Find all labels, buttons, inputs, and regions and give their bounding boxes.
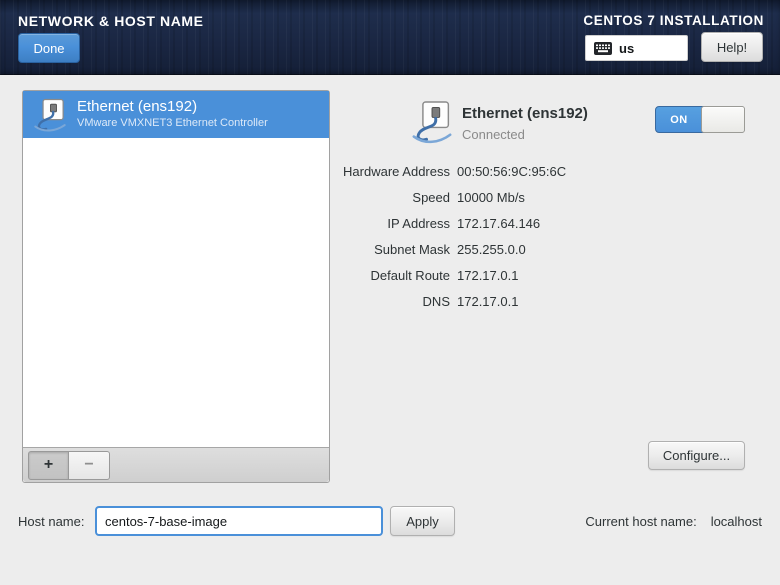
- installer-header: NETWORK & HOST NAME Done CENTOS 7 INSTAL…: [0, 0, 780, 75]
- field-value: 172.17.0.1: [457, 267, 519, 283]
- apply-button[interactable]: Apply: [390, 506, 455, 536]
- field-ip-address: IP Address 172.17.64.146: [250, 213, 580, 233]
- device-connection-status: Connected: [462, 127, 525, 142]
- keyboard-layout-label: us: [619, 40, 635, 56]
- help-button[interactable]: Help!: [701, 32, 763, 62]
- add-device-button[interactable]: +: [28, 450, 69, 480]
- field-value: 00:50:56:9C:95:6C: [457, 163, 567, 179]
- device-detail-header: Ethernet (ens192) Connected: [412, 100, 588, 144]
- field-speed: Speed 10000 Mb/s: [250, 187, 580, 207]
- current-hostname-label: Current host name:: [585, 514, 697, 529]
- field-subnet-mask: Subnet Mask 255.255.0.0: [250, 239, 580, 259]
- field-label: IP Address: [387, 215, 450, 231]
- field-dns: DNS 172.17.0.1: [250, 291, 580, 311]
- current-hostname-value: localhost: [710, 514, 762, 529]
- field-label: DNS: [422, 293, 450, 309]
- toggle-handle[interactable]: [701, 106, 745, 133]
- hostname-input[interactable]: [95, 506, 383, 536]
- remove-device-button[interactable]: −: [69, 450, 110, 480]
- device-on-off-toggle[interactable]: ON: [655, 106, 745, 133]
- ethernet-icon-large: [412, 100, 452, 144]
- field-label: Speed: [412, 189, 450, 205]
- field-default-route: Default Route 172.17.0.1: [250, 265, 580, 285]
- configure-button[interactable]: Configure...: [648, 441, 745, 470]
- network-hostname-screen: NETWORK & HOST NAME Done CENTOS 7 INSTAL…: [0, 0, 780, 585]
- toggle-on-label: ON: [670, 113, 688, 126]
- field-label: Hardware Address: [343, 163, 450, 179]
- done-button[interactable]: Done: [18, 33, 80, 63]
- current-hostname: Current host name: localhost: [585, 514, 762, 529]
- field-value: 255.255.0.0: [457, 241, 526, 257]
- ethernet-icon: [33, 98, 67, 132]
- field-value: 10000 Mb/s: [457, 189, 525, 205]
- connection-details: Hardware Address 00:50:56:9C:95:6C Speed…: [250, 161, 580, 317]
- field-label: Default Route: [370, 267, 451, 283]
- field-hardware-address: Hardware Address 00:50:56:9C:95:6C: [250, 161, 580, 181]
- device-list-toolbar: + −: [23, 447, 329, 482]
- field-value: 172.17.64.146: [457, 215, 541, 231]
- page-title: NETWORK & HOST NAME: [18, 13, 204, 29]
- hostname-label: Host name:: [18, 514, 85, 529]
- field-value: 172.17.0.1: [457, 293, 519, 309]
- device-description: VMware VMXNET3 Ethernet Controller: [77, 117, 268, 129]
- device-detail-name: Ethernet (ens192): [462, 105, 588, 122]
- product-title: CENTOS 7 INSTALLATION: [583, 13, 764, 28]
- field-label: Subnet Mask: [374, 241, 450, 257]
- keyboard-layout-indicator[interactable]: us: [585, 35, 688, 61]
- device-list-item-ens192[interactable]: Ethernet (ens192) VMware VMXNET3 Etherne…: [23, 91, 329, 138]
- keyboard-icon: [594, 41, 612, 55]
- device-name: Ethernet (ens192): [77, 98, 198, 116]
